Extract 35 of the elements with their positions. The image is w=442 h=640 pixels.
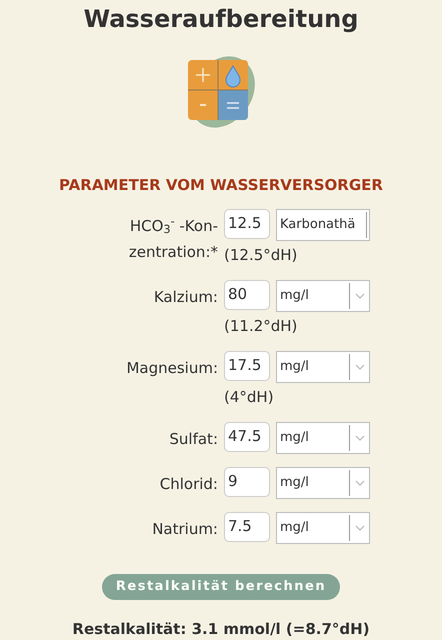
unit-text: Karbonathä — [280, 216, 356, 234]
parameter-label: Natrium: — [151, 518, 218, 540]
value-field[interactable]: 80 — [224, 280, 270, 310]
unit-select[interactable]: mg/l — [276, 350, 370, 382]
chevron-down-icon — [354, 292, 364, 298]
hardness-note: (11.2°dH) — [224, 316, 298, 336]
chevron-down-icon — [354, 480, 364, 486]
parameter-label: Sulfat: — [168, 428, 218, 450]
section-heading: PARAMETER VOM WASSERVERSORGER — [59, 175, 383, 196]
value-field[interactable]: 9 — [224, 466, 270, 496]
value-field[interactable]: 7.5 — [224, 512, 270, 542]
hardness-note: (12.5°dH) — [224, 244, 298, 266]
value-field[interactable]: 47.5 — [224, 422, 270, 452]
unit-text: mg/l — [280, 474, 310, 492]
unit-select[interactable]: Karbonathä — [276, 208, 370, 240]
value-field[interactable]: 12.5 — [224, 208, 270, 238]
value-field[interactable]: 17.5 — [224, 350, 270, 380]
chevron-down-icon — [354, 364, 364, 370]
parameter-label: HCO$_{3}$$^{-}$ -Kon-zentration:* — [128, 214, 218, 262]
result-text: Restalkalität: 3.1 mmol/l (=8.7°dH) — [72, 618, 370, 640]
hardness-note: (4°dH) — [224, 386, 275, 408]
chevron-down-icon — [354, 524, 364, 530]
parameter-label: Chlorid: — [158, 474, 218, 494]
unit-text: mg/l — [280, 358, 310, 376]
page-title: Wasseraufbereitung — [84, 4, 358, 35]
unit-text: mg/l — [280, 286, 310, 305]
unit-select[interactable]: mg/l — [276, 280, 370, 312]
unit-text: mg/l — [280, 518, 310, 537]
unit-select[interactable]: mg/l — [276, 512, 370, 544]
parameter-label: Magnesium: — [125, 358, 218, 378]
unit-select[interactable]: mg/l — [276, 466, 370, 498]
unit-select[interactable]: mg/l — [276, 422, 370, 454]
unit-text: mg/l — [280, 428, 310, 447]
chevron-down-icon — [354, 434, 364, 440]
parameter-label: Kalzium: — [152, 286, 218, 308]
